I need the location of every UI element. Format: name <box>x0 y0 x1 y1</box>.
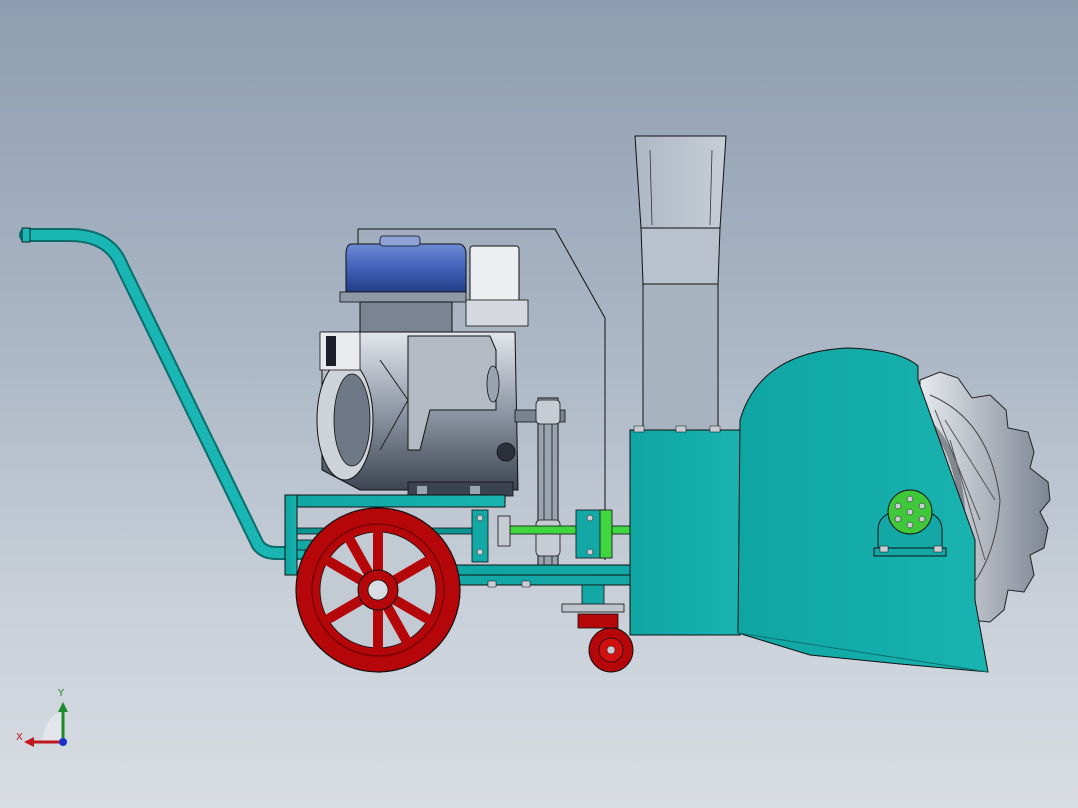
z-axis-dot <box>59 738 67 746</box>
caster-wheel[interactable] <box>561 584 634 673</box>
main-wheel[interactable] <box>295 507 461 673</box>
push-handle[interactable] <box>19 227 307 560</box>
feed-hopper[interactable] <box>634 135 727 431</box>
driven-pulley <box>535 519 561 557</box>
axis-triad <box>24 702 68 747</box>
x-axis-label: X <box>16 732 23 743</box>
chopper-machine-model[interactable] <box>0 0 1078 808</box>
y-axis-label: Y <box>58 688 65 699</box>
engine-pulley <box>535 399 561 425</box>
spark-plug <box>496 442 516 462</box>
cad-viewport[interactable]: Y X <box>0 0 1078 808</box>
fuel-cap <box>379 235 421 247</box>
fuel-tank <box>345 243 467 293</box>
belt-drive[interactable] <box>514 397 566 569</box>
engine[interactable] <box>316 235 529 497</box>
